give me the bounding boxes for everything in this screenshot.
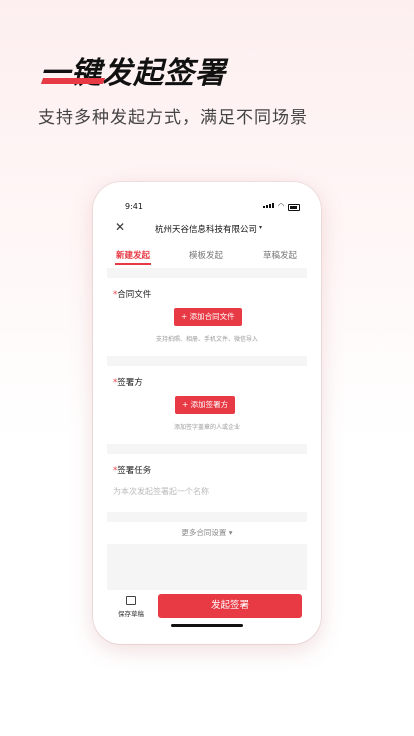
- chevron-down-icon[interactable]: ▾: [259, 224, 262, 231]
- contract-hint: 支持拍照、相册、手机文件、微信导入: [155, 336, 258, 343]
- add-contract-button[interactable]: + 添加合同文件: [174, 308, 242, 326]
- contract-section: *合同文件 + 添加合同文件 支持拍照、相册、手机文件、微信导入: [107, 278, 307, 356]
- wifi-icon: ◠: [278, 202, 285, 210]
- task-label: *签署任务: [113, 466, 152, 476]
- draft-icon[interactable]: [126, 596, 136, 605]
- signal-icon: [263, 203, 274, 208]
- tab-bar: 新建发起 模板发起 草稿发起: [107, 242, 307, 268]
- contract-label: *合同文件: [113, 290, 152, 300]
- close-icon[interactable]: ✕: [115, 220, 125, 234]
- save-draft-button[interactable]: 保存草稿: [118, 608, 144, 618]
- tab-template[interactable]: 模板发起: [189, 249, 223, 261]
- add-signer-button[interactable]: + 添加签署方: [175, 396, 236, 414]
- more-settings-link[interactable]: 更多合同设置 ▾: [107, 522, 307, 544]
- signer-hint: 添加签字盖章的人或企业: [173, 424, 240, 431]
- phone-screen: 9:41 ◠ ✕ 杭州天谷信息科技有限公司 ▾ 新建发起 模板发起 草稿发起 *…: [107, 196, 307, 630]
- company-name[interactable]: 杭州天谷信息科技有限公司: [155, 223, 257, 235]
- task-section: *签署任务 为本次发起签署起一个名称: [107, 454, 307, 512]
- home-indicator: [171, 624, 243, 627]
- status-time: 9:41: [125, 202, 143, 211]
- tab-active-indicator: [115, 263, 151, 265]
- status-bar: 9:41 ◠: [107, 196, 307, 216]
- task-name-input[interactable]: 为本次发起签署起一个名称: [113, 486, 209, 497]
- hero-subtitle: 支持多种发起方式，满足不同场景: [38, 108, 308, 128]
- hero-underline: [40, 78, 106, 84]
- battery-icon: [288, 204, 300, 211]
- hero-title: 一键发起签署: [40, 56, 226, 91]
- tab-new[interactable]: 新建发起: [116, 249, 150, 261]
- phone-mockup: 9:41 ◠ ✕ 杭州天谷信息科技有限公司 ▾ 新建发起 模板发起 草稿发起 *…: [93, 182, 321, 644]
- signer-label: *签署方: [113, 378, 143, 388]
- signer-section: *签署方 + 添加签署方 添加签字盖章的人或企业: [107, 366, 307, 444]
- tab-draft[interactable]: 草稿发起: [263, 249, 297, 261]
- nav-bar: ✕ 杭州天谷信息科技有限公司 ▾: [107, 216, 307, 242]
- submit-sign-button[interactable]: 发起签署: [158, 594, 302, 618]
